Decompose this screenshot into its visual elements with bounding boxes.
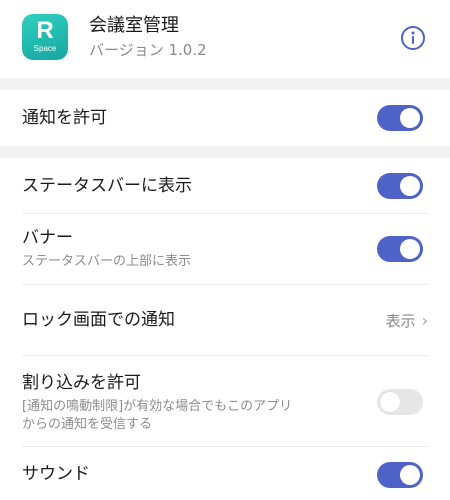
app-title: 会議室管理 [89,15,179,36]
status-bar-toggle[interactable] [377,173,423,199]
status-bar-label: ステータスバーに表示 [22,176,192,196]
app-version: バージョン 1.0.2 [89,41,207,59]
interrupt-toggle[interactable] [377,389,423,415]
toggle-knob [400,108,420,128]
sound-label: サウンド [22,464,90,484]
sound-toggle[interactable] [377,462,423,488]
info-icon[interactable] [400,25,426,51]
chevron-right-icon: › [421,311,428,330]
section-gap [0,78,450,90]
row-status-bar[interactable]: ステータスバーに表示 [0,158,450,214]
app-icon-subtext: Space [33,44,57,53]
app-header: R Space 会議室管理 バージョン 1.0.2 [0,0,450,78]
row-lock-screen[interactable]: ロック画面での通知 表示 › [0,285,450,355]
lock-screen-value: 表示 [385,312,416,330]
section-gap [0,146,450,158]
toggle-knob [400,465,420,485]
info-icon-graphic [401,26,425,50]
banner-label: バナー [22,228,73,248]
lock-screen-value-link[interactable]: 表示 › [386,311,428,331]
row-interrupt[interactable]: 割り込みを許可 [通知の鳴動制限]が有効な場合でもこのアプリ からの通知を受信す… [0,356,450,446]
toggle-knob [400,239,420,259]
interrupt-description-line2: からの通知を受信する [22,417,153,432]
app-icon: R Space [22,14,68,60]
lock-screen-label: ロック画面での通知 [22,310,175,330]
allow-notifications-toggle[interactable] [377,105,423,131]
row-banner[interactable]: バナー ステータスバーの上部に表示 [0,214,450,284]
toggle-knob [400,176,420,196]
row-sound[interactable]: サウンド [0,447,450,500]
banner-toggle[interactable] [377,236,423,262]
banner-description: ステータスバーの上部に表示 [22,254,192,269]
allow-notifications-label: 通知を許可 [22,108,107,128]
toggle-knob [380,392,400,412]
interrupt-description-line1: [通知の鳴動制限]が有効な場合でもこのアプリ [22,399,293,414]
app-icon-letter: R [36,17,54,44]
row-allow-notifications[interactable]: 通知を許可 [0,90,450,146]
interrupt-label: 割り込みを許可 [22,373,141,393]
